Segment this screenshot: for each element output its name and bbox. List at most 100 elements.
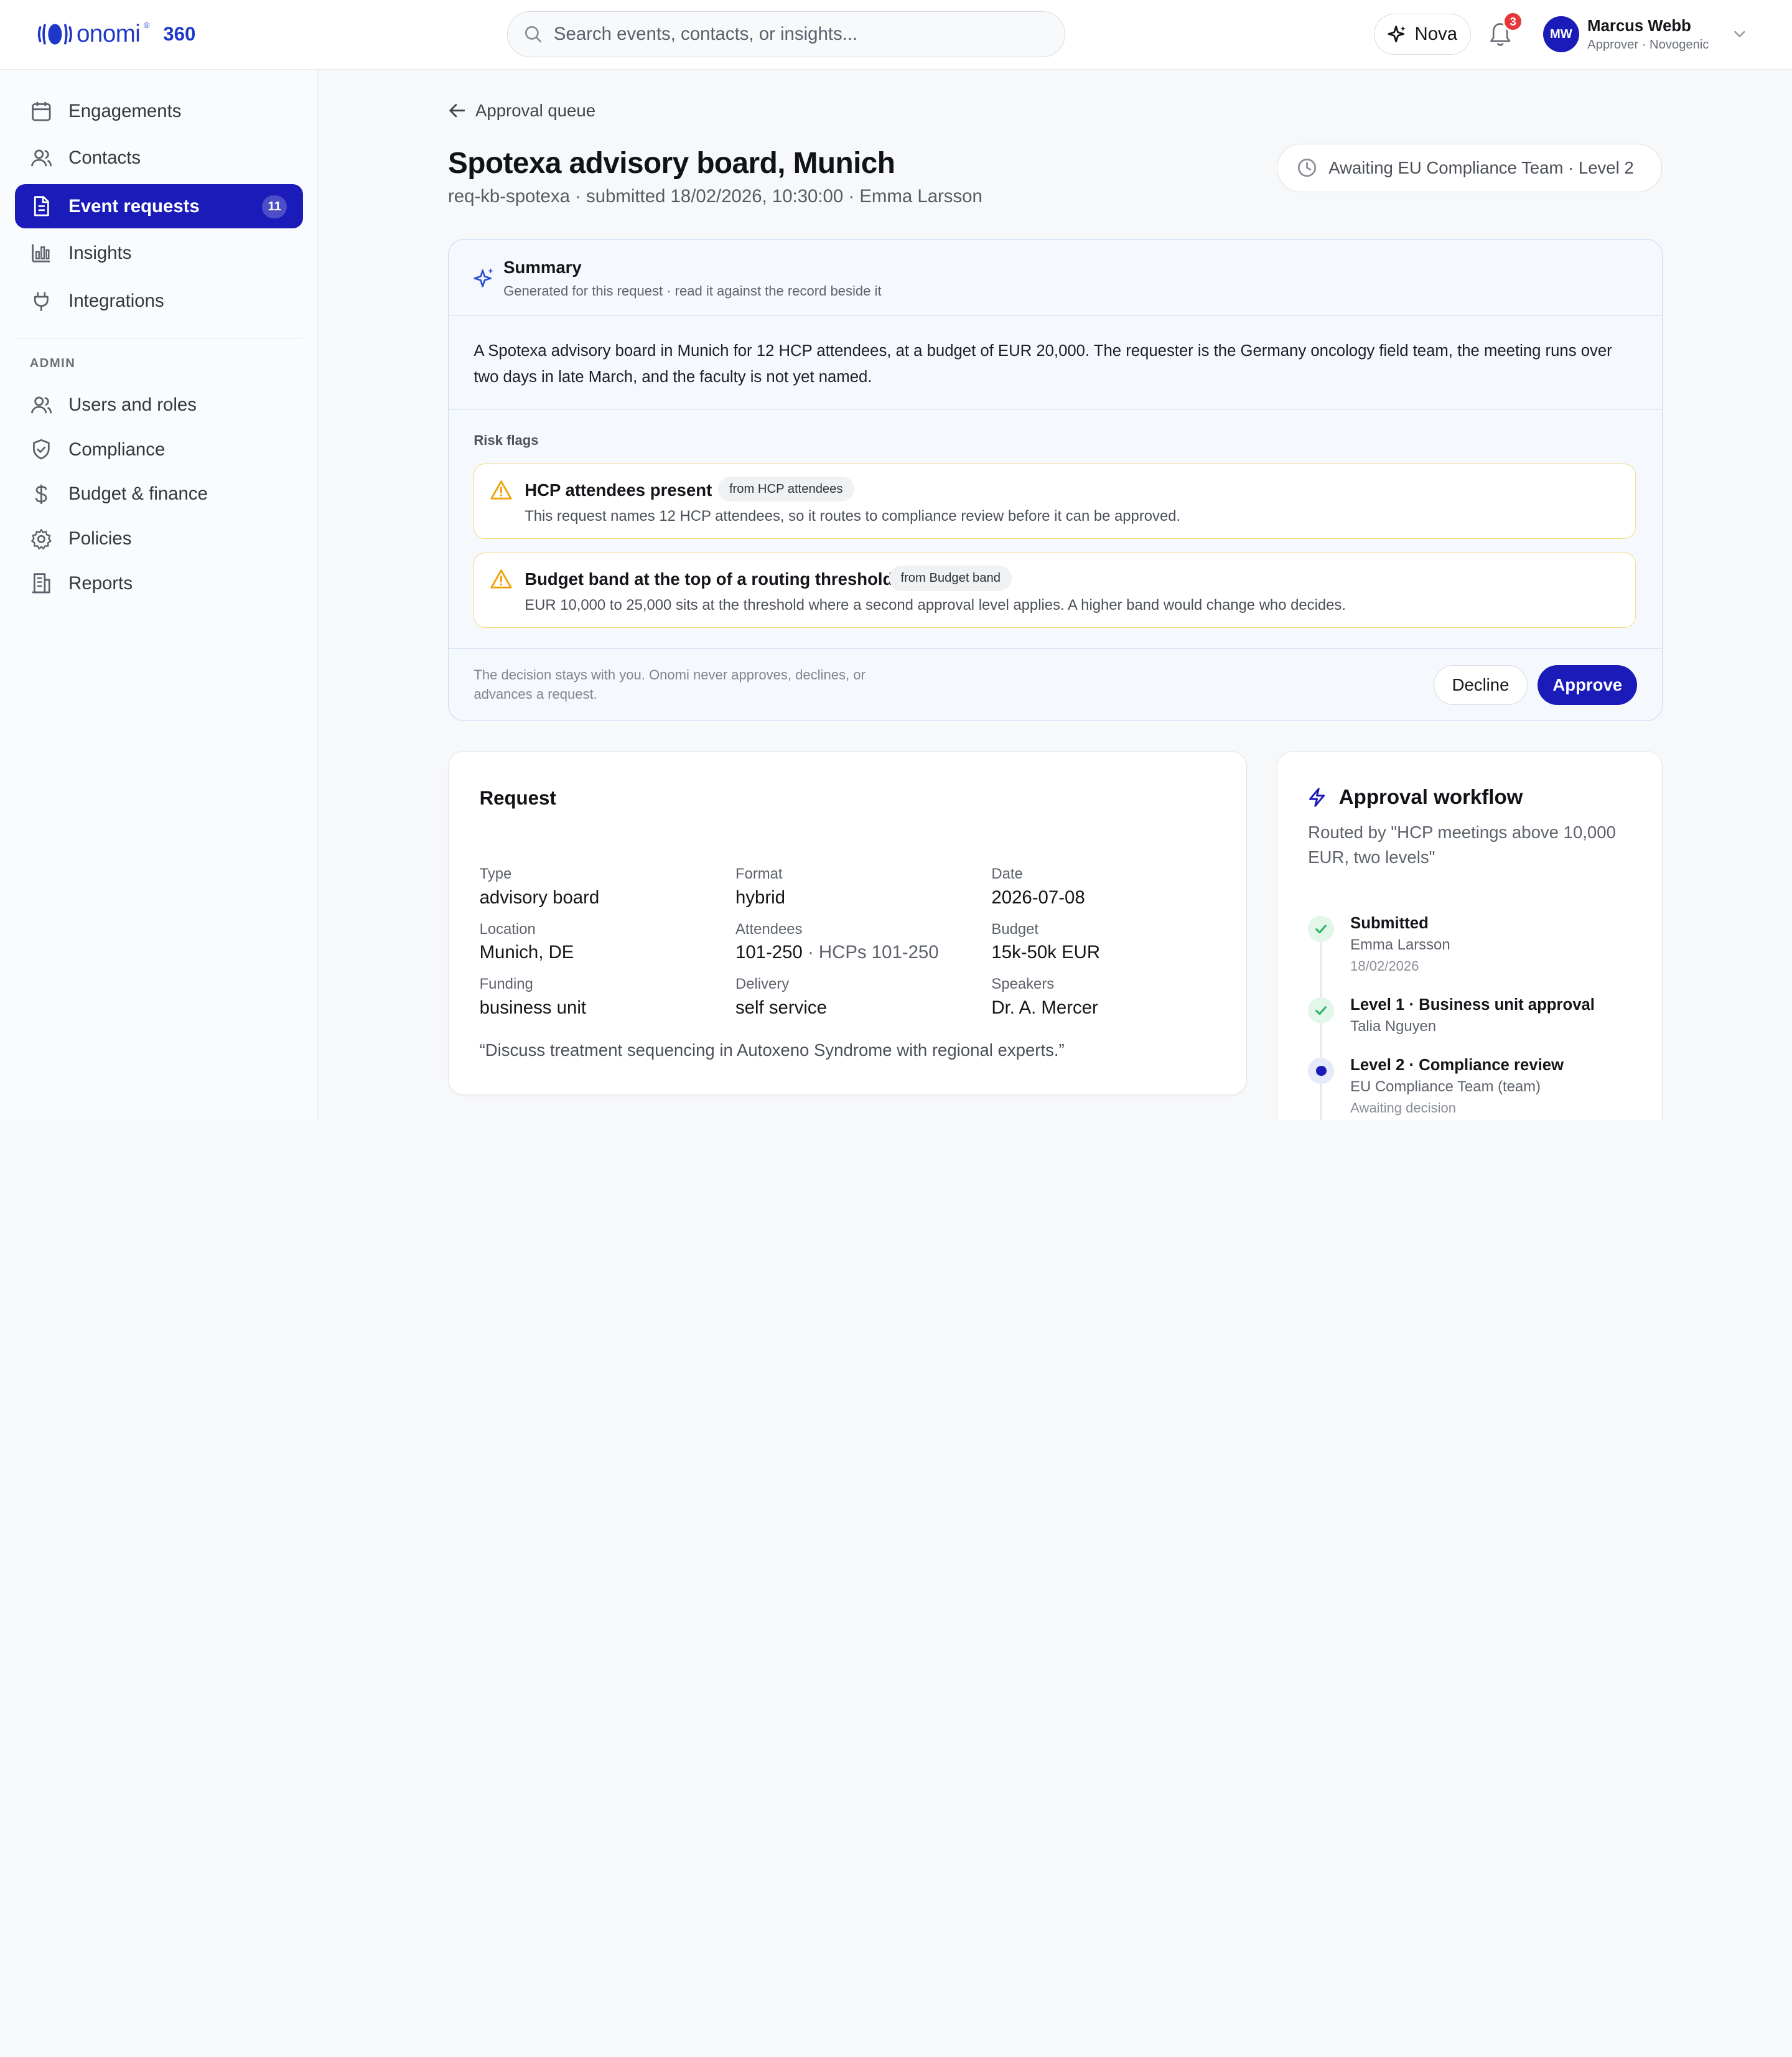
search-icon xyxy=(525,26,542,43)
field-label-delivery: Delivery xyxy=(735,975,790,992)
risk-source-tag: from HCP attendees xyxy=(717,477,854,502)
risk-title: HCP attendees present xyxy=(525,480,712,500)
sidebar-item-label: Policies xyxy=(68,528,132,549)
workflow-timeline-line xyxy=(1320,934,1322,1120)
sidebar-item-label: Reports xyxy=(68,572,133,594)
status-label: Awaiting EU Compliance Team · Level 2 xyxy=(1328,157,1634,177)
sidebar-item-label: Integrations xyxy=(68,290,164,311)
sidebar-item-contacts[interactable]: Contacts xyxy=(15,136,303,181)
user-role: Approver · Novogenic xyxy=(1587,37,1709,52)
back-link-label: Approval queue xyxy=(475,100,596,120)
event-requests-count-badge: 11 xyxy=(262,195,287,218)
avatar[interactable]: MW xyxy=(1542,16,1580,53)
decline-button[interactable]: Decline xyxy=(1434,665,1528,706)
lightning-icon xyxy=(1309,787,1325,807)
field-label-format: Format xyxy=(735,865,783,883)
workflow-step-assignee: EU Compliance Team (team) xyxy=(1350,1078,1541,1095)
risk-title: Budget band at the top of a routing thre… xyxy=(525,569,894,589)
risk-description: This request names 12 HCP attendees, so … xyxy=(525,507,1181,525)
check-icon xyxy=(1315,925,1327,934)
sidebar-item-label: Budget & finance xyxy=(68,483,208,505)
workflow-step-date: 18/02/2026 xyxy=(1350,958,1419,974)
chevron-down-icon[interactable] xyxy=(1732,26,1748,42)
risk-flag-hcp-attendees: HCP attendees present from HCP attendees… xyxy=(474,463,1636,539)
field-label-location: Location xyxy=(479,920,536,938)
summary-text: A Spotexa advisory board in Munich for 1… xyxy=(448,316,1663,410)
onomi-mark-icon xyxy=(37,24,72,45)
field-value-speakers: Dr. A. Mercer xyxy=(991,997,1098,1018)
field-label-type: Type xyxy=(479,865,512,883)
step-status-current xyxy=(1308,1057,1335,1084)
field-value-budget: 15k-50k EUR xyxy=(991,942,1101,963)
field-value-delivery: self service xyxy=(735,997,827,1018)
page-meta: req-kb-spotexa · submitted 18/02/2026, 1… xyxy=(447,186,982,207)
top-bar: onomi ® 360 Nova 3 MW Marcus Webb Approv… xyxy=(0,0,1792,70)
field-value-type: advisory board xyxy=(479,887,600,908)
check-icon xyxy=(1315,1005,1327,1015)
step-status-done xyxy=(1308,997,1335,1024)
sparkle-icon xyxy=(1388,25,1406,42)
calendar-icon xyxy=(30,100,53,123)
request-title: Request xyxy=(479,786,556,809)
shield-icon xyxy=(30,438,53,461)
back-link[interactable]: Approval queue xyxy=(448,101,595,121)
risk-description: EUR 10,000 to 25,000 sits at the thresho… xyxy=(525,596,1346,613)
risk-flag-budget-band: Budget band at the top of a routing thre… xyxy=(474,553,1636,628)
sidebar-item-label: Users and roles xyxy=(68,394,197,416)
sidebar-item-label: Insights xyxy=(68,242,132,263)
sidebar-item-label: Event requests xyxy=(68,195,200,217)
workflow-step-title: Level 2 · Compliance review xyxy=(1350,1056,1564,1075)
attendees-count: 101-250 xyxy=(735,942,803,963)
sidebar-item-label: Engagements xyxy=(68,101,182,122)
nova-button[interactable]: Nova xyxy=(1373,14,1471,55)
bar-chart-icon xyxy=(30,241,53,264)
field-value-attendees: 101-250 · HCPs 101-250 xyxy=(735,942,939,963)
sidebar-item-event-requests[interactable]: Event requests 11 xyxy=(14,184,303,229)
clock-icon xyxy=(1297,159,1316,177)
warning-icon xyxy=(490,569,512,589)
summary-header: Summary Generated for this request · rea… xyxy=(448,240,1663,316)
app-window: onomi ® 360 Nova 3 MW Marcus Webb Approv… xyxy=(0,0,1792,1120)
risk-source-tag: from Budget band xyxy=(889,566,1012,591)
step-status-done xyxy=(1308,916,1335,943)
sidebar-item-compliance[interactable]: Compliance xyxy=(15,427,303,472)
sidebar-item-reports[interactable]: Reports xyxy=(15,561,303,606)
workflow-step-status: Awaiting decision xyxy=(1350,1099,1456,1116)
document-icon xyxy=(30,195,53,218)
workflow-routing-rule: Routed by "HCP meetings above 10,000 EUR… xyxy=(1308,822,1616,867)
sidebar-item-users-and-roles[interactable]: Users and roles xyxy=(15,383,303,427)
gear-icon xyxy=(30,528,53,551)
sidebar-item-policies[interactable]: Policies xyxy=(15,516,303,561)
attendees-hcp-count: · HCPs 101-250 xyxy=(802,942,939,963)
users-icon xyxy=(30,147,53,170)
field-label-attendees: Attendees xyxy=(735,920,803,938)
sidebar-item-integrations[interactable]: Integrations xyxy=(15,279,303,324)
decision-footnote: The decision stays with you. Onomi never… xyxy=(474,667,866,702)
field-label-funding: Funding xyxy=(479,975,533,992)
field-label-speakers: Speakers xyxy=(991,975,1055,992)
sidebar-item-budget-finance[interactable]: Budget & finance xyxy=(15,472,303,517)
user-name[interactable]: Marcus Webb xyxy=(1587,17,1691,35)
sparkle-icon xyxy=(474,268,494,287)
approve-button[interactable]: Approve xyxy=(1538,665,1638,706)
logo-wordmark: onomi xyxy=(77,21,141,48)
search-input[interactable] xyxy=(553,24,1034,45)
search-bar[interactable] xyxy=(507,11,1065,57)
summary-subtitle: Generated for this request · read it aga… xyxy=(503,282,882,299)
field-value-format: hybrid xyxy=(735,887,785,908)
onomi-logo[interactable]: onomi ® 360 xyxy=(37,19,195,49)
sidebar-item-engagements[interactable]: Engagements xyxy=(15,89,303,134)
field-value-date: 2026-07-08 xyxy=(991,887,1085,908)
nova-label: Nova xyxy=(1414,24,1458,45)
summary-title: Summary xyxy=(503,258,582,278)
field-value-location: Munich, DE xyxy=(479,942,574,963)
plug-icon xyxy=(30,290,53,313)
request-objective-quote: “Discuss treatment sequencing in Autoxen… xyxy=(479,1040,1065,1060)
workflow-step-title: Level 1 · Business unit approval xyxy=(1350,996,1595,1014)
status-badge: Awaiting EU Compliance Team · Level 2 xyxy=(1276,144,1662,192)
workflow-step-title: Submitted xyxy=(1350,915,1429,933)
sidebar-section-admin: ADMIN xyxy=(29,357,76,371)
field-value-funding: business unit xyxy=(479,997,587,1018)
request-card: Request Type advisory board Format hybri… xyxy=(447,750,1247,1095)
sidebar-item-insights[interactable]: Insights xyxy=(15,231,303,276)
